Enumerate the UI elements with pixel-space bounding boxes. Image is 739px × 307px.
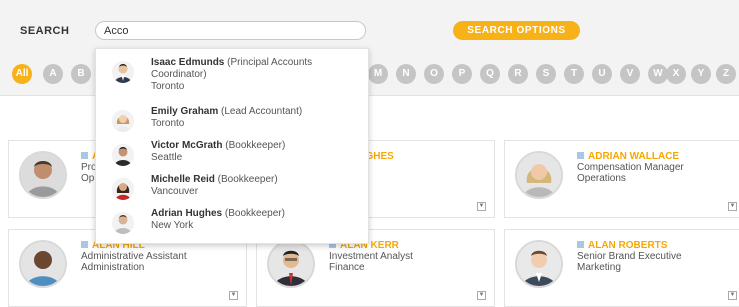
suggestion-location: Toronto (151, 81, 185, 92)
avatar (515, 240, 563, 288)
suggestion-item[interactable]: Victor McGrath (Bookkeeper) Seattle (96, 138, 368, 172)
expand-icon[interactable]: ▼ (229, 291, 238, 300)
expand-icon[interactable]: ▼ (477, 202, 486, 211)
letter-filter-m[interactable]: M (368, 64, 388, 84)
search-options-button[interactable]: SEARCH OPTIONS (453, 21, 580, 40)
suggestion-title: (Bookkeeper) (222, 140, 286, 151)
letter-filter-u[interactable]: U (592, 64, 612, 84)
employee-department: Administration (81, 262, 145, 273)
letter-filter-all[interactable]: All (12, 64, 32, 84)
letter-filter-n[interactable]: N (396, 64, 416, 84)
autocomplete-dropdown: Isaac Edmunds (Principal Accounts Coordi… (95, 48, 369, 244)
employee-info: ADRIAN WALLACE Compensation Manager Oper… (577, 151, 684, 184)
suggestion-name: Emily Graham (151, 106, 219, 117)
letter-filter-t[interactable]: T (564, 64, 584, 84)
suggestion-item[interactable]: Adrian Hughes (Bookkeeper) New York (96, 206, 368, 240)
suggestion-location: Vancouver (151, 186, 199, 197)
suggestion-text: Adrian Hughes (Bookkeeper) New York (151, 208, 285, 232)
suggestion-location: New York (151, 220, 194, 231)
employee-role: Senior Brand Executive (577, 251, 682, 262)
expand-icon[interactable]: ▼ (728, 202, 737, 211)
letter-filter-y[interactable]: Y (691, 64, 711, 84)
expand-icon[interactable]: ▼ (477, 291, 486, 300)
expand-icon[interactable]: ▼ (728, 291, 737, 300)
employee-department: Operations (577, 173, 626, 184)
person-avatar (112, 212, 134, 234)
suggestion-text: Michelle Reid (Bookkeeper) Vancouver (151, 174, 278, 198)
suggestion-text: Victor McGrath (Bookkeeper) Seattle (151, 140, 285, 164)
suggestion-item[interactable]: Isaac Edmunds (Principal Accounts Coordi… (96, 55, 368, 101)
employee-role: Investment Analyst (329, 251, 413, 262)
search-input[interactable] (95, 21, 366, 40)
avatar (515, 151, 563, 199)
letter-filter-x[interactable]: X (666, 64, 686, 84)
name-marker-icon (577, 152, 584, 159)
suggestion-title: (Principal Accounts (224, 57, 313, 68)
letter-filter-q[interactable]: Q (480, 64, 500, 84)
search-label: SEARCH (20, 25, 70, 37)
employee-card[interactable]: ALAN ROBERTS Senior Brand Executive Mark… (504, 229, 739, 307)
person-avatar (112, 178, 134, 200)
employee-department: Marketing (577, 262, 621, 273)
suggestion-location: Seattle (151, 152, 183, 163)
name-marker-icon (81, 241, 88, 248)
employee-role: Compensation Manager (577, 162, 684, 173)
suggestion-name: Michelle Reid (151, 174, 215, 185)
suggestion-item[interactable]: Emily Graham (Lead Accountant) Toronto (96, 104, 368, 138)
letter-filter-v[interactable]: V (620, 64, 640, 84)
employee-card[interactable]: ADRIAN WALLACE Compensation Manager Oper… (504, 140, 739, 218)
suggestion-text: Emily Graham (Lead Accountant) Toronto (151, 106, 302, 130)
letter-filter-p[interactable]: P (452, 64, 472, 84)
letter-filter-a[interactable]: A (43, 64, 63, 84)
person-avatar (112, 110, 134, 132)
suggestion-name: Victor McGrath (151, 140, 223, 151)
suggestion-title-cont: Coordinator) (151, 69, 207, 80)
name-marker-icon (577, 241, 584, 248)
suggestion-location: Toronto (151, 118, 185, 129)
suggestion-title: (Lead Accountant) (218, 106, 303, 117)
suggestion-title: (Bookkeeper) (214, 174, 278, 185)
employee-department: Finance (329, 262, 365, 273)
avatar (19, 240, 67, 288)
employee-info: ALAN HILL Administrative Assistant Admin… (81, 240, 187, 273)
name-marker-icon (81, 152, 88, 159)
suggestion-item[interactable]: Michelle Reid (Bookkeeper) Vancouver (96, 172, 368, 206)
letter-filter-o[interactable]: O (424, 64, 444, 84)
person-avatar (112, 61, 134, 83)
suggestion-name: Isaac Edmunds (151, 57, 225, 68)
employee-name[interactable]: ALAN ROBERTS (588, 240, 667, 251)
employee-info: ALAN KERR Investment Analyst Finance (329, 240, 413, 273)
letter-filter-b[interactable]: B (71, 64, 91, 84)
suggestion-title: (Bookkeeper) (222, 208, 285, 219)
employee-role: Administrative Assistant (81, 251, 187, 262)
letter-filter-z[interactable]: Z (716, 64, 736, 84)
suggestion-text: Isaac Edmunds (Principal Accounts Coordi… (151, 57, 312, 93)
letter-filter-r[interactable]: R (508, 64, 528, 84)
letter-filter-s[interactable]: S (536, 64, 556, 84)
avatar (267, 240, 315, 288)
letter-filter-w[interactable]: W (648, 64, 668, 84)
person-avatar (112, 144, 134, 166)
employee-name[interactable]: ADRIAN WALLACE (588, 151, 679, 162)
employee-info: ALAN ROBERTS Senior Brand Executive Mark… (577, 240, 682, 273)
avatar (19, 151, 67, 199)
suggestion-name: Adrian Hughes (151, 208, 223, 219)
